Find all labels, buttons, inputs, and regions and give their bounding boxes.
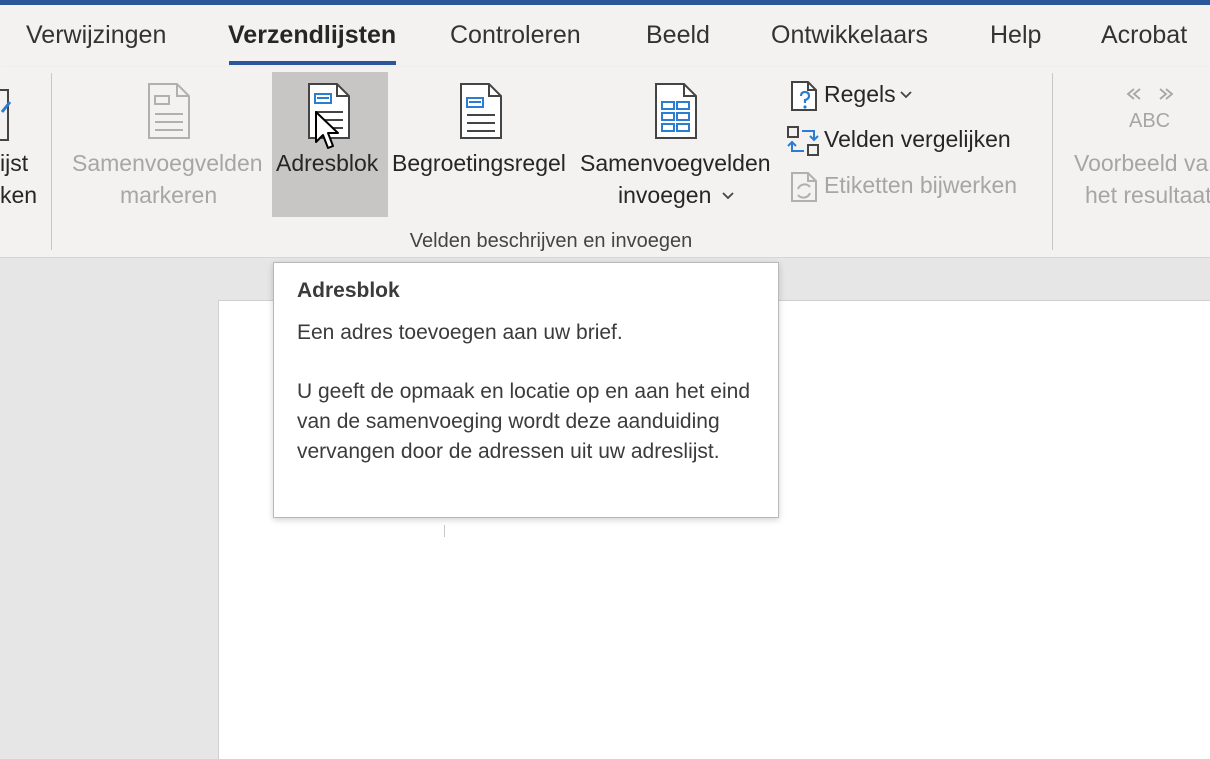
begroetingsregel-label: Begroetingsregel <box>392 150 566 176</box>
update-labels-icon <box>790 171 820 203</box>
active-tab-indicator <box>229 61 396 65</box>
velden-vergelijken-label: Velden vergelijken <box>824 126 1011 152</box>
samenvoegvelden-markeren-label-1: Samenvoegvelden <box>72 150 263 176</box>
cut-button-label-2: ken <box>0 182 38 208</box>
tab-verzendlijsten[interactable]: Verzendlijsten <box>228 21 396 50</box>
ribbon-tab-bar: Verwijzingen Verzendlijsten Controleren … <box>0 5 1210 67</box>
tab-controleren[interactable]: Controleren <box>450 21 581 50</box>
cut-button-label-1: ijst <box>0 150 29 176</box>
tooltip-description: U geeft de opmaak en locatie op en aan h… <box>297 380 750 463</box>
preview-abc-label: ABC <box>1129 110 1171 132</box>
voorbeeld-resultaat-button[interactable]: ABC Voorbeeld va het resultaat <box>1066 72 1210 217</box>
tab-help[interactable]: Help <box>990 21 1041 50</box>
tooltip-title: Adresblok <box>297 279 400 302</box>
text-insertion-mark <box>444 525 445 537</box>
chevron-down-icon <box>900 91 912 99</box>
preview-arrows-icon <box>1124 86 1176 102</box>
voorbeeld-label-2: het resultaat <box>1085 182 1210 208</box>
etiketten-bijwerken-label: Etiketten bijwerken <box>824 172 1018 198</box>
voorbeeld-label-1: Voorbeeld va <box>1074 150 1209 176</box>
chevron-down-icon <box>722 192 734 200</box>
samenvoegvelden-invoegen-label-1: Samenvoegvelden <box>580 150 771 176</box>
ribbon: ijst ken Samenvoegvelden markeren Adresb… <box>0 67 1210 258</box>
group-label-velden: Velden beschrijven en invoegen <box>409 230 693 252</box>
match-fields-icon <box>786 125 820 157</box>
samenvoegvelden-markeren-button[interactable]: Samenvoegvelden markeren <box>64 72 274 217</box>
samenvoegvelden-invoegen-label-2: invoegen <box>618 182 712 208</box>
tab-ontwikkelaars[interactable]: Ontwikkelaars <box>771 21 928 50</box>
cut-off-button[interactable]: ijst ken <box>0 72 38 217</box>
regels-button[interactable]: Regels <box>786 79 946 113</box>
begroetingsregel-button[interactable]: Begroetingsregel <box>392 72 572 217</box>
group-separator <box>51 73 52 250</box>
list-edit-icon <box>0 82 12 144</box>
tab-beeld[interactable]: Beeld <box>646 21 710 50</box>
insert-merge-field-icon <box>654 82 698 140</box>
velden-vergelijken-button[interactable]: Velden vergelijken <box>786 124 1026 158</box>
regels-label: Regels <box>824 81 896 107</box>
etiketten-bijwerken-button[interactable]: Etiketten bijwerken <box>786 170 1036 204</box>
tab-acrobat[interactable]: Acrobat <box>1101 21 1187 50</box>
greeting-line-icon <box>459 82 503 140</box>
adresblok-label: Adresblok <box>276 150 379 176</box>
highlight-fields-icon <box>147 82 191 140</box>
tab-verwijzingen[interactable]: Verwijzingen <box>26 21 166 50</box>
samenvoegvelden-invoegen-button[interactable]: Samenvoegvelden invoegen <box>578 72 776 217</box>
tooltip-summary: Een adres toevoegen aan uw brief. <box>297 321 623 344</box>
group-separator <box>1052 73 1053 250</box>
mouse-pointer-icon <box>314 110 340 152</box>
adresblok-button[interactable]: Adresblok <box>272 72 388 217</box>
adresblok-tooltip: Adresblok Een adres toevoegen aan uw bri… <box>273 262 779 518</box>
samenvoegvelden-markeren-label-2: markeren <box>120 182 218 208</box>
rules-icon <box>790 80 820 112</box>
